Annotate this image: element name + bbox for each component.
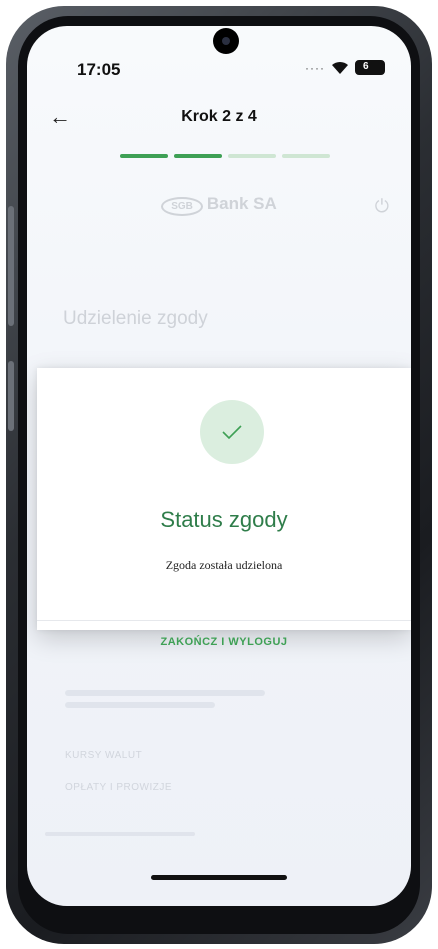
progress-segment xyxy=(228,154,276,158)
camera-icon xyxy=(213,28,239,54)
status-bar: 17:05 ···· 6 xyxy=(27,26,411,96)
screen: 17:05 ···· 6 ← Krok 2 z 4 SGB Bank SA ⏻ U… xyxy=(27,26,411,906)
checkmark-icon xyxy=(200,400,264,464)
status-time: 17:05 xyxy=(77,60,121,79)
status-icons: ···· 6 xyxy=(305,60,385,75)
modal-divider xyxy=(37,620,411,621)
power-icon[interactable]: ⏻ xyxy=(375,196,389,217)
bank-logo: SGB Bank SA xyxy=(27,194,411,216)
header: ← Krok 2 z 4 xyxy=(27,98,411,138)
volume-button xyxy=(8,206,14,326)
wifi-icon xyxy=(332,61,348,74)
power-button xyxy=(8,361,14,431)
modal-title: Status zgody xyxy=(160,507,288,532)
battery-icon: 6 xyxy=(355,60,385,75)
modal-message: Zgoda została udzielona xyxy=(165,558,283,572)
progress-segment xyxy=(174,154,222,158)
placeholder-line xyxy=(65,702,215,708)
placeholder-line xyxy=(65,690,265,696)
battery-label: 6 xyxy=(363,61,369,72)
step-title: Krok 2 z 4 xyxy=(181,108,257,125)
progress-segment xyxy=(282,154,330,158)
status-modal: Status zgody Zgoda została udzielona ZAK… xyxy=(37,368,411,648)
step-progress xyxy=(120,154,330,158)
exchange-rates-link[interactable]: KURSY WALUT xyxy=(65,750,142,761)
fees-link[interactable]: OPŁATY I PROWIZJE xyxy=(65,782,172,793)
bank-logo-badge: SGB xyxy=(161,197,203,216)
section-title: Udzielenie zgody xyxy=(63,308,208,329)
finish-and-logout-button[interactable]: ZAKOŃCZ I WYLOGUJ xyxy=(37,636,411,666)
home-indicator[interactable] xyxy=(151,875,287,880)
placeholder-line xyxy=(45,832,195,836)
progress-segment xyxy=(120,154,168,158)
bank-logo-text: Bank SA xyxy=(206,194,277,213)
signal-dots-icon: ···· xyxy=(305,60,325,75)
